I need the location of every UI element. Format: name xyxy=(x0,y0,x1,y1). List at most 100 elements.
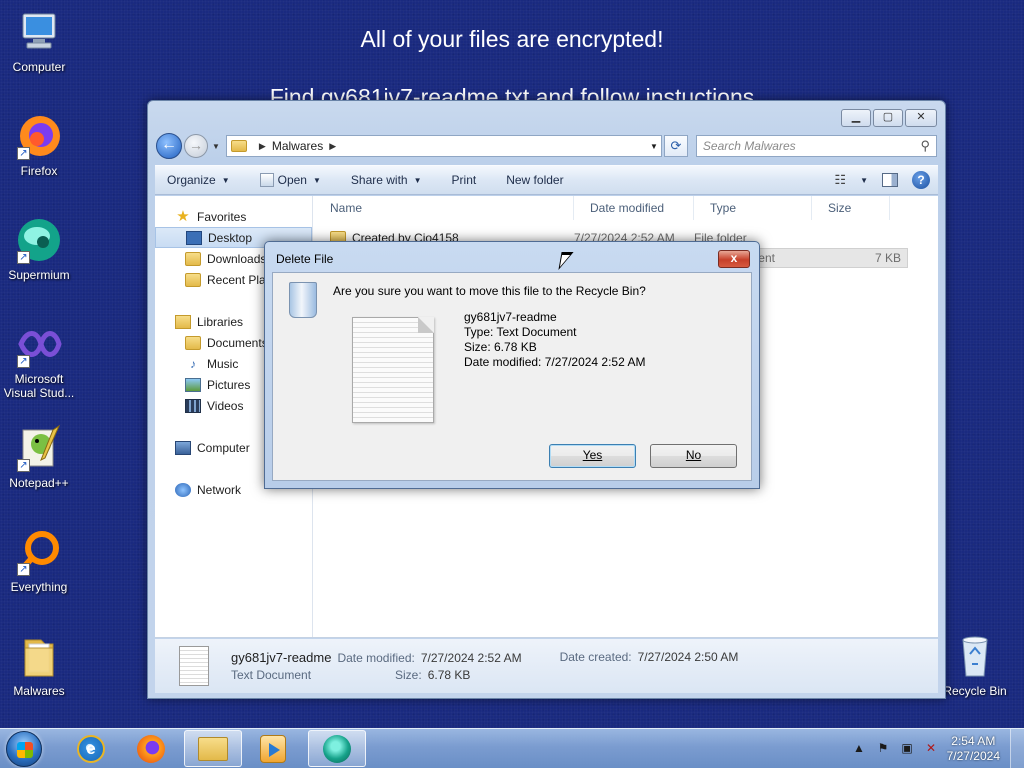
details-date-created: 7/27/2024 2:50 AM xyxy=(637,650,739,664)
desktop-icon-supermium[interactable]: ↗ Supermium xyxy=(0,216,78,282)
visual-studio-icon: ↗ xyxy=(15,320,63,368)
taskbar-supermium[interactable] xyxy=(308,730,366,767)
nav-label: Music xyxy=(207,356,239,371)
dialog-file-size: Size: 6.78 KB xyxy=(464,340,537,354)
no-button[interactable]: No xyxy=(650,444,737,468)
column-header-size[interactable]: Size xyxy=(812,196,890,220)
desktop-icon-everything[interactable]: ↗ Everything xyxy=(0,528,78,594)
recycle-bin-icon xyxy=(289,282,317,318)
yes-button[interactable]: Yes xyxy=(549,444,636,468)
music-icon: ♪ xyxy=(190,356,196,371)
clock[interactable]: 2:54 AM 7/27/2024 xyxy=(947,734,1000,764)
history-dropdown-icon[interactable]: ▼ xyxy=(212,142,220,151)
search-icon[interactable]: ⚲ xyxy=(920,138,930,154)
address-dropdown-icon[interactable]: ▼ xyxy=(647,142,661,151)
navigation-bar: ← → ▼ ▶ Malwares ▶ ▼ ⟳ Search Malwares ⚲ xyxy=(156,133,937,159)
address-bar[interactable]: ▶ Malwares ▶ ▼ xyxy=(225,135,662,157)
nav-label: Downloads xyxy=(207,251,267,266)
desktop-icon-label: Supermium xyxy=(8,268,70,282)
nav-label: Videos xyxy=(207,398,244,413)
open-button[interactable]: Open ▼ xyxy=(259,173,321,187)
share-with-button[interactable]: Share with ▼ xyxy=(351,173,422,187)
help-icon[interactable]: ? xyxy=(912,171,930,189)
back-button[interactable]: ← xyxy=(156,133,182,159)
nav-label: Recent Plac xyxy=(207,272,272,287)
forward-button[interactable]: → xyxy=(184,134,208,158)
nav-label: Favorites xyxy=(197,209,247,224)
star-icon: ★ xyxy=(176,207,190,225)
taskbar-explorer[interactable] xyxy=(184,730,242,767)
dialog-title: Delete File xyxy=(276,252,334,266)
recycle-bin-icon xyxy=(951,632,999,680)
ransom-message-line1: All of your files are encrypted! xyxy=(360,26,664,52)
new-folder-button[interactable]: New folder xyxy=(506,173,563,187)
text-document-icon xyxy=(179,646,209,686)
show-hidden-icons-icon[interactable]: ▲ xyxy=(852,741,866,755)
nav-item-favorites[interactable]: ★ Favorites xyxy=(155,206,312,227)
column-header-name[interactable]: Name xyxy=(314,196,574,220)
desktop-icon-computer[interactable]: Computer xyxy=(0,8,78,74)
search-input[interactable]: Search Malwares ⚲ xyxy=(695,135,937,157)
close-button[interactable]: ✕ xyxy=(905,109,937,127)
refresh-button[interactable]: ⟳ xyxy=(663,135,688,157)
chevron-right-icon[interactable]: ▶ xyxy=(329,141,336,152)
organize-button[interactable]: Organize ▼ xyxy=(167,173,230,187)
nav-label: Network xyxy=(197,482,242,497)
breadcrumb-item[interactable]: Malwares xyxy=(272,139,323,153)
desktop-icon-label: Recycle Bin xyxy=(943,684,1007,698)
desktop-icon-visual-studio[interactable]: ↗ Microsoft Visual Stud... xyxy=(0,320,78,400)
desktop-icon-recycle-bin[interactable]: Recycle Bin xyxy=(936,632,1014,698)
shortcut-arrow-icon: ↗ xyxy=(17,563,30,576)
action-center-flag-icon[interactable]: ⚑ xyxy=(876,741,890,755)
open-label: Open xyxy=(277,173,307,187)
dialog-file-type: Type: Text Document xyxy=(464,325,577,339)
desktop-icon-firefox[interactable]: ↗ Firefox xyxy=(0,112,78,178)
file-size: 7 KB xyxy=(874,251,901,265)
dialog-file-name: gy681jv7-readme xyxy=(464,310,557,324)
shortcut-arrow-icon: ↗ xyxy=(17,147,30,160)
delete-file-dialog: Delete File x Are you sure you want to m… xyxy=(264,241,760,489)
nav-label: Libraries xyxy=(197,314,244,329)
yes-label: Yes xyxy=(582,448,603,462)
supermium-icon: ↗ xyxy=(15,216,63,264)
chevron-down-icon: ▼ xyxy=(312,175,321,185)
chevron-down-icon[interactable]: ▼ xyxy=(860,176,868,185)
print-button[interactable]: Print xyxy=(452,173,477,187)
start-button[interactable] xyxy=(6,731,42,767)
taskbar-firefox[interactable] xyxy=(122,730,180,767)
views-icon[interactable]: ☷ xyxy=(834,172,846,188)
chevron-down-icon: ▼ xyxy=(221,175,230,185)
column-headers: Name Date modified Type Size xyxy=(314,196,938,220)
taskbar-media-player[interactable] xyxy=(244,730,302,767)
desktop-icon-label: Firefox xyxy=(20,164,58,178)
details-pane: gy681jv7-readme Date modified: 7/27/2024… xyxy=(155,639,938,693)
print-label: Print xyxy=(451,173,477,187)
chevron-down-icon: ▼ xyxy=(413,175,422,185)
column-header-date-modified[interactable]: Date modified xyxy=(574,196,694,220)
show-desktop-button[interactable] xyxy=(1010,729,1024,768)
internet-explorer-icon: e xyxy=(77,734,105,763)
details-date-modified: 7/27/2024 2:52 AM xyxy=(420,651,522,665)
desktop-icon-notepadpp[interactable]: ↗ Notepad++ xyxy=(0,424,78,490)
shortcut-arrow-icon: ↗ xyxy=(17,251,30,264)
taskbar-internet-explorer[interactable]: e xyxy=(62,730,120,767)
recent-places-icon xyxy=(185,272,201,287)
dialog-close-button[interactable]: x xyxy=(718,250,750,268)
organize-label: Organize xyxy=(167,173,216,187)
pictures-icon xyxy=(185,377,201,392)
preview-pane-icon[interactable] xyxy=(882,173,898,187)
share-with-label: Share with xyxy=(350,173,408,187)
volume-muted-icon[interactable]: ✕ xyxy=(924,741,938,755)
nav-label: Computer xyxy=(197,440,250,455)
desktop-icon-label: Microsoft Visual Stud... xyxy=(3,372,75,400)
details-file-kind: Text Document xyxy=(231,668,312,682)
open-icon xyxy=(259,173,274,187)
column-header-type[interactable]: Type xyxy=(694,196,812,220)
taskbar: e ▲ ⚑ ▣ ✕ 2:54 AM 7/27/2024 xyxy=(0,728,1024,768)
maximize-button[interactable]: ▢ xyxy=(873,109,903,127)
chevron-right-icon[interactable]: ▶ xyxy=(259,141,266,152)
network-icon[interactable]: ▣ xyxy=(900,741,914,755)
desktop-icon-malwares-folder[interactable]: Malwares xyxy=(0,632,78,698)
command-bar: Organize ▼ Open ▼ Share with ▼ Print New fo… xyxy=(155,165,938,195)
minimize-button[interactable]: ▁ xyxy=(841,109,871,127)
